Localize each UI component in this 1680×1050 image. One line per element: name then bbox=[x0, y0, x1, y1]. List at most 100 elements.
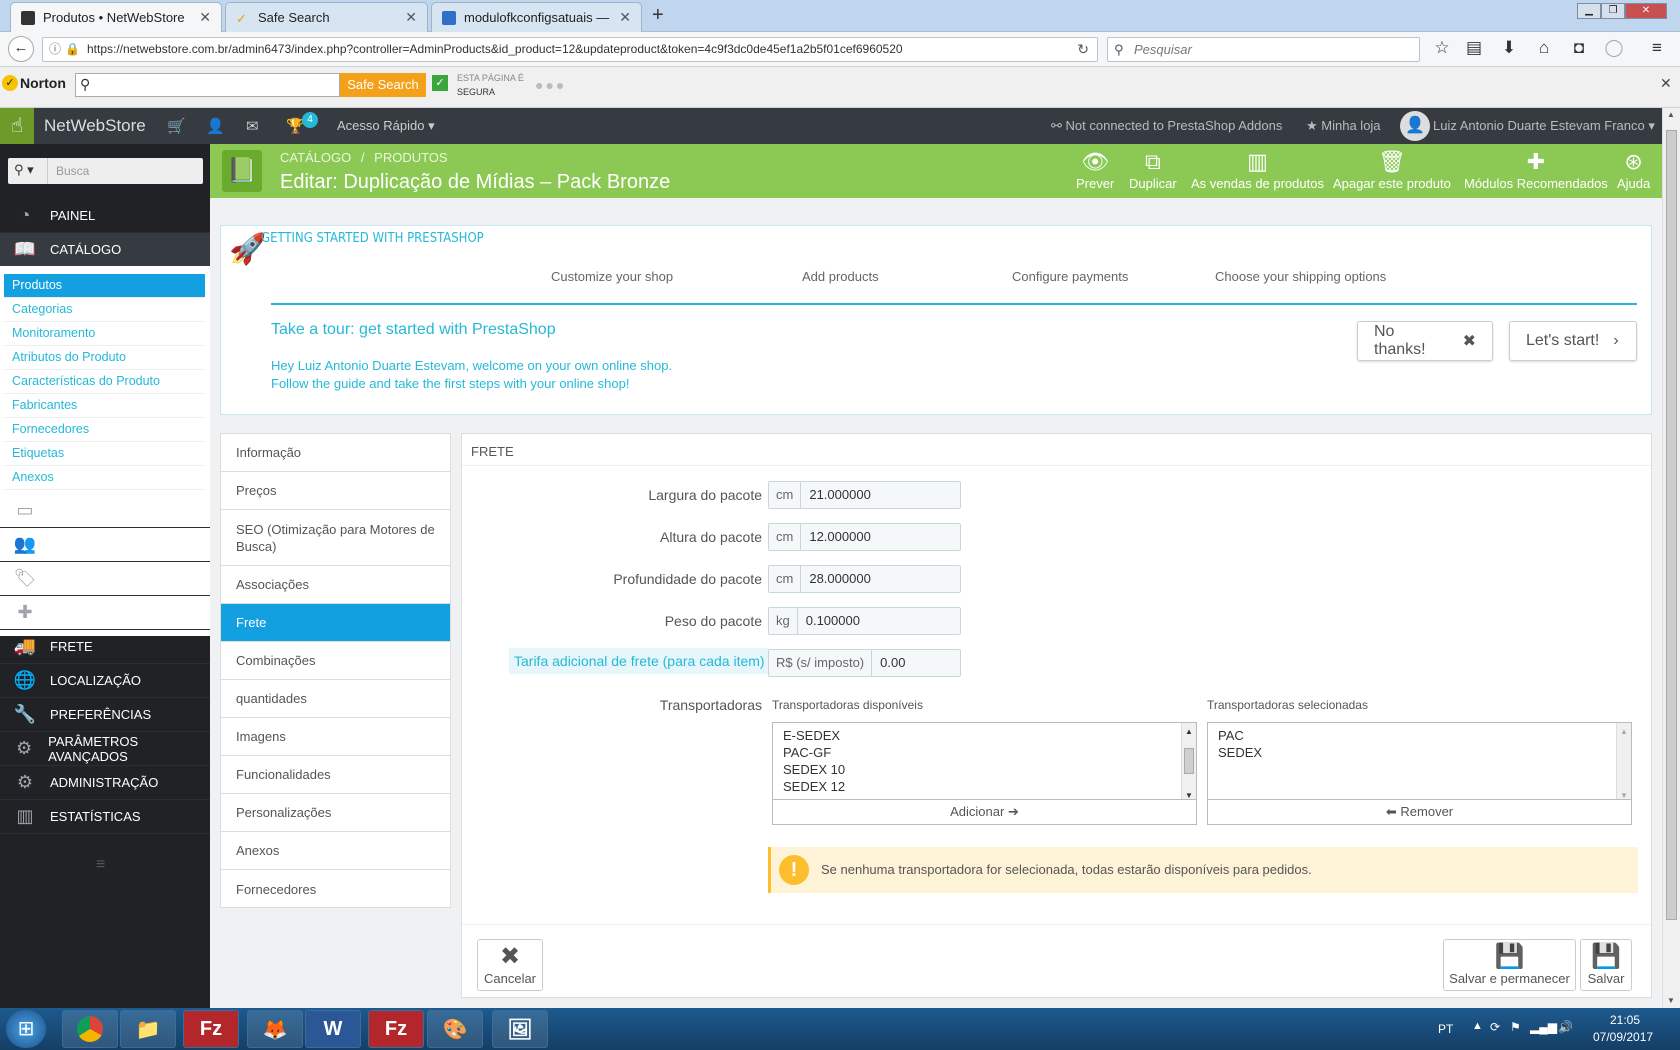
tab-anexos[interactable]: Anexos bbox=[221, 832, 450, 870]
collapse-menu-icon[interactable]: ≡ bbox=[96, 856, 105, 874]
avatar[interactable]: 👤 bbox=[1400, 111, 1430, 141]
sidebar-item-preferencias[interactable]: 🔧 PREFERÊNCIAS bbox=[0, 698, 210, 732]
tab-combinacoes[interactable]: Combinações bbox=[221, 642, 450, 680]
shop-name[interactable]: NetWebStore bbox=[44, 116, 146, 136]
user-menu[interactable]: Luiz Antonio Duarte Estevam Franco ▾ bbox=[1433, 118, 1655, 134]
sidebar-item-catalogo[interactable]: 📖 CATÁLOGO bbox=[0, 233, 210, 267]
sidebar-item-frete[interactable]: 🚚 FRETE bbox=[0, 630, 210, 664]
extra-fee-label[interactable]: Tarifa adicional de frete (para cada ite… bbox=[509, 648, 770, 674]
sidebar-item-estatisticas[interactable]: ▥ ESTATÍSTICAS bbox=[0, 800, 210, 834]
close-toolbar-icon[interactable]: ✕ bbox=[1660, 75, 1672, 92]
close-window-icon[interactable]: ✕ bbox=[1625, 3, 1667, 19]
sync-icon[interactable]: ◯ bbox=[1602, 38, 1626, 58]
tab-funcionalidades[interactable]: Funcionalidades bbox=[221, 756, 450, 794]
filezilla-taskbar-icon[interactable]: Fz bbox=[183, 1010, 239, 1048]
clock-time[interactable]: 21:05 bbox=[1610, 1013, 1640, 1027]
browser-tab-safe-search[interactable]: ✓ Safe Search ✕ bbox=[225, 2, 428, 32]
sidebar-item-compras[interactable]: ▭ COMPRAS bbox=[0, 494, 210, 528]
new-tab-icon[interactable]: + bbox=[652, 4, 664, 27]
addons-status[interactable]: ⚯ Not connected to PrestaShop Addons bbox=[1051, 118, 1282, 134]
sidebar-sub-caracteristicas[interactable]: Características do Produto bbox=[4, 370, 205, 394]
restore-icon[interactable]: ❐ bbox=[1601, 3, 1625, 19]
lets-start-button[interactable]: Let's start! › bbox=[1509, 321, 1637, 361]
tray-sync-icon[interactable]: ⟳ bbox=[1490, 1020, 1500, 1034]
list-item[interactable]: SEDEX 12 bbox=[783, 778, 1186, 795]
depth-field[interactable]: cm 28.000000 bbox=[768, 565, 961, 593]
home-icon[interactable]: ⌂ bbox=[1532, 38, 1556, 58]
explorer-taskbar-icon[interactable]: 📁 bbox=[120, 1010, 176, 1048]
firefox-taskbar-icon[interactable]: 🦊 bbox=[247, 1010, 303, 1048]
download-icon[interactable]: ⬇ bbox=[1497, 38, 1521, 58]
more-dots-icon[interactable]: ●●● bbox=[535, 77, 566, 93]
remove-carrier-button[interactable]: ⬅ Remover bbox=[1207, 799, 1632, 825]
step-payments[interactable]: Configure payments bbox=[1012, 269, 1128, 284]
sidebar-sub-etiquetas[interactable]: Etiquetas bbox=[4, 442, 205, 466]
close-tab-icon[interactable]: ✕ bbox=[199, 9, 211, 26]
back-icon[interactable]: ← bbox=[8, 36, 34, 62]
tab-fornecedores[interactable]: Fornecedores bbox=[221, 870, 450, 908]
sidebar-item-modulos[interactable]: ✚ MÓDULOS bbox=[0, 596, 210, 630]
save-button[interactable]: 💾 Salvar bbox=[1580, 939, 1632, 991]
sidebar-item-regras[interactable]: 🏷 REGRAS DE PREÇO bbox=[0, 562, 210, 596]
language-indicator[interactable]: PT bbox=[1438, 1022, 1453, 1036]
browser-tab-modulo[interactable]: modulofkconfigsatuais — im ✕ bbox=[431, 2, 642, 32]
no-thanks-button[interactable]: No thanks! ✖ bbox=[1357, 321, 1493, 361]
list-item[interactable]: SEDEX bbox=[1218, 744, 1621, 761]
prestashop-logo-icon[interactable]: ☝ bbox=[0, 108, 34, 144]
save-and-stay-button[interactable]: 💾 Salvar e permanecer bbox=[1443, 939, 1576, 991]
sidebar-sub-produtos[interactable]: Produtos bbox=[4, 274, 205, 298]
extra-fee-field[interactable]: R$ (s/ imposto) 0.00 bbox=[768, 649, 961, 677]
tab-imagens[interactable]: Imagens bbox=[221, 718, 450, 756]
help-button[interactable]: ⊛ Ajuda bbox=[1617, 148, 1650, 191]
network-icon[interactable]: ▂▄▆ bbox=[1530, 1020, 1557, 1034]
sidebar-sub-categorias[interactable]: Categorias bbox=[4, 298, 205, 322]
sidebar-item-parametros[interactable]: ⚙ PARÂMETROS AVANÇADOS bbox=[0, 732, 210, 766]
tab-frete[interactable]: Frete bbox=[221, 604, 450, 642]
page-scrollbar[interactable]: ▲ ▼ bbox=[1662, 108, 1680, 1010]
close-tab-icon[interactable]: ✕ bbox=[405, 9, 417, 26]
available-carriers-list[interactable]: E-SEDEX PAC-GF SEDEX 10 SEDEX 12 ▲ ▼ bbox=[772, 722, 1197, 801]
minimize-icon[interactable]: ▁ bbox=[1577, 3, 1601, 19]
list-item[interactable]: PAC bbox=[1218, 727, 1621, 744]
step-products[interactable]: Add products bbox=[802, 269, 879, 284]
tab-informacao[interactable]: Informação bbox=[221, 434, 450, 472]
list-item[interactable]: SEDEX 10 bbox=[783, 761, 1186, 778]
start-button[interactable]: ⊞ bbox=[6, 1010, 46, 1048]
sidebar-search[interactable]: ⚲ ▾ Busca bbox=[8, 158, 203, 184]
list-item[interactable]: PAC-GF bbox=[783, 744, 1186, 761]
tab-associacoes[interactable]: Associações bbox=[221, 566, 450, 604]
browser-tab-produtos[interactable]: Produtos • NetWebStore ✕ bbox=[10, 2, 222, 32]
chrome-taskbar-icon[interactable] bbox=[62, 1010, 118, 1048]
my-shop-link[interactable]: ★ Minha loja bbox=[1306, 118, 1381, 134]
recommended-modules-button[interactable]: ✚ Módulos Recomendados bbox=[1464, 148, 1608, 191]
sidebar-item-localizacao[interactable]: 🌐 LOCALIZAÇÃO bbox=[0, 664, 210, 698]
cart-icon[interactable]: 🛒 bbox=[167, 117, 186, 135]
sidebar-sub-anexos[interactable]: Anexos bbox=[4, 466, 205, 490]
height-field[interactable]: cm 12.000000 bbox=[768, 523, 961, 551]
scroll-down-icon[interactable]: ▼ bbox=[1667, 996, 1675, 1005]
cancel-button[interactable]: ✖ Cancelar bbox=[477, 939, 543, 991]
preview-button[interactable]: 👁 Prever bbox=[1076, 148, 1114, 191]
sidebar-item-clientes[interactable]: 👥 CLIENTES bbox=[0, 528, 210, 562]
sidebar-sub-atributos[interactable]: Atributos do Produto bbox=[4, 346, 205, 370]
step-customize[interactable]: Customize your shop bbox=[551, 269, 673, 284]
tab-precos[interactable]: Preços bbox=[221, 472, 450, 510]
paint-taskbar-icon[interactable]: 🎨 bbox=[427, 1010, 483, 1048]
flag-icon[interactable]: ⚑ bbox=[1510, 1020, 1521, 1034]
step-shipping[interactable]: Choose your shipping options bbox=[1215, 269, 1386, 284]
volume-icon[interactable]: 🔊 bbox=[1558, 1020, 1573, 1034]
bookmark-star-icon[interactable]: ☆ bbox=[1430, 38, 1454, 58]
close-tab-icon[interactable]: ✕ bbox=[619, 9, 631, 26]
product-sales-button[interactable]: ▥ As vendas de produtos bbox=[1191, 148, 1324, 191]
add-carrier-button[interactable]: Adicionar ➔ bbox=[772, 799, 1197, 825]
delete-product-button[interactable]: 🗑 Apagar este produto bbox=[1333, 148, 1451, 191]
sidebar-sub-monitoramento[interactable]: Monitoramento bbox=[4, 322, 205, 346]
tab-quantidades[interactable]: quantidades bbox=[221, 680, 450, 718]
url-bar[interactable]: ⓘ 🔒 https://netwebstore.com.br/admin6473… bbox=[42, 37, 1098, 62]
customer-icon[interactable]: 👤 bbox=[206, 117, 225, 135]
tray-up-icon[interactable]: ▲ bbox=[1472, 1020, 1483, 1032]
quick-access-dropdown[interactable]: Acesso Rápido ▾ bbox=[337, 118, 435, 134]
scroll-up-icon[interactable]: ▲ bbox=[1620, 723, 1628, 740]
scroll-up-icon[interactable]: ▲ bbox=[1667, 110, 1675, 119]
reading-list-icon[interactable]: ▤ bbox=[1462, 38, 1486, 58]
